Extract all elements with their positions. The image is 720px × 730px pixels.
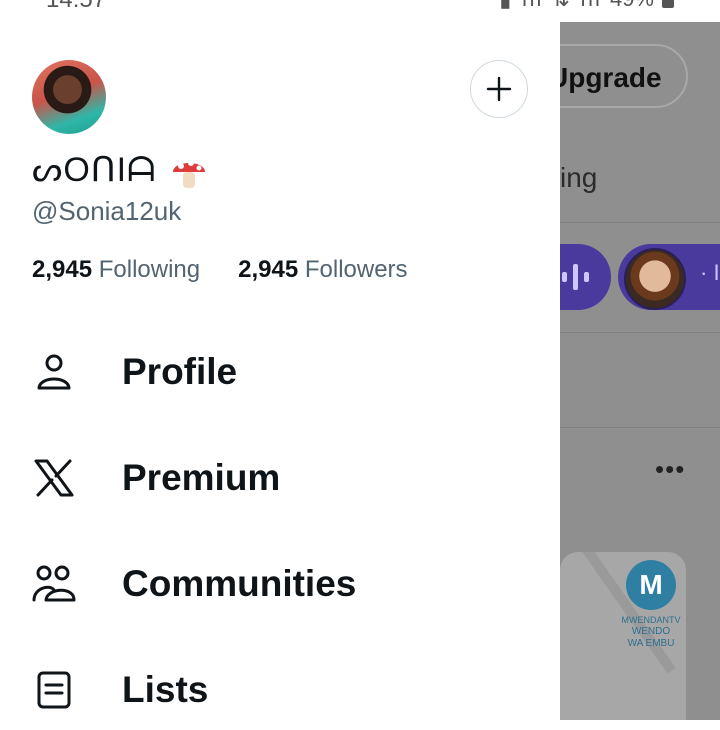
divider (560, 427, 720, 428)
plus-icon (486, 76, 512, 102)
navigation-drawer: ᔕOᑎIᗩ @Sonia12uk 2,945 Following 2,945 F… (0, 22, 560, 720)
add-account-button[interactable] (470, 60, 528, 118)
battery-icon (662, 0, 674, 8)
space-host-avatar (624, 248, 686, 310)
menu-item-label: Communities (122, 563, 357, 604)
divider (560, 332, 720, 333)
menu-item-profile[interactable]: Profile (32, 332, 532, 412)
divider (560, 222, 720, 223)
space-dot: · I (700, 260, 720, 285)
menu-item-premium[interactable]: Premium (32, 438, 532, 518)
menu-item-communities[interactable]: Communities (32, 544, 532, 624)
space-pill[interactable] (560, 244, 611, 310)
display-name: ᔕOᑎIᗩ (32, 150, 209, 192)
followers-link[interactable]: 2,945 Followers (238, 256, 407, 284)
person-icon (32, 350, 76, 394)
battery-percent: 49% (610, 0, 654, 12)
display-name-text: ᔕOᑎIᗩ (32, 151, 157, 189)
background-feed[interactable]: Upgrade ing · I ••• M MWENDANTV WENDO WA… (560, 22, 720, 720)
media-logo: M (626, 560, 676, 610)
status-bar: 14:57 ▮ ıll ⇅ ıll 49% (0, 0, 720, 22)
menu-item-lists[interactable]: Lists (32, 650, 532, 730)
mushroom-icon (172, 160, 205, 189)
communities-icon (32, 562, 76, 606)
signal-icon: ▮ ıll ⇅ ıll (499, 0, 602, 12)
menu-item-label: Profile (122, 351, 238, 392)
follow-stats: 2,945 Following 2,945 Followers (32, 256, 408, 284)
status-time: 14:57 (46, 0, 106, 14)
avatar[interactable] (32, 60, 106, 134)
user-handle: @Sonia12uk (32, 196, 182, 226)
followers-count: 2,945 (238, 256, 299, 283)
x-logo-icon (32, 456, 76, 500)
following-link[interactable]: 2,945 Following (32, 256, 200, 284)
following-label: Following (98, 256, 201, 283)
post-media[interactable]: M MWENDANTV WENDO WA EMBU (560, 552, 686, 720)
tab-following[interactable]: ing (560, 162, 597, 194)
lists-icon (32, 668, 76, 712)
followers-label: Followers (304, 256, 408, 283)
media-caption: MWENDANTV WENDO WA EMBU (621, 615, 681, 649)
audio-wave-icon (562, 264, 589, 290)
menu-item-label: Premium (122, 457, 281, 498)
status-right: ▮ ıll ⇅ ıll 49% (499, 0, 674, 12)
following-count: 2,945 (32, 256, 93, 283)
upgrade-label: Upgrade (560, 62, 662, 93)
more-options-icon[interactable]: ••• (655, 454, 685, 485)
menu-item-label: Lists (122, 669, 209, 710)
